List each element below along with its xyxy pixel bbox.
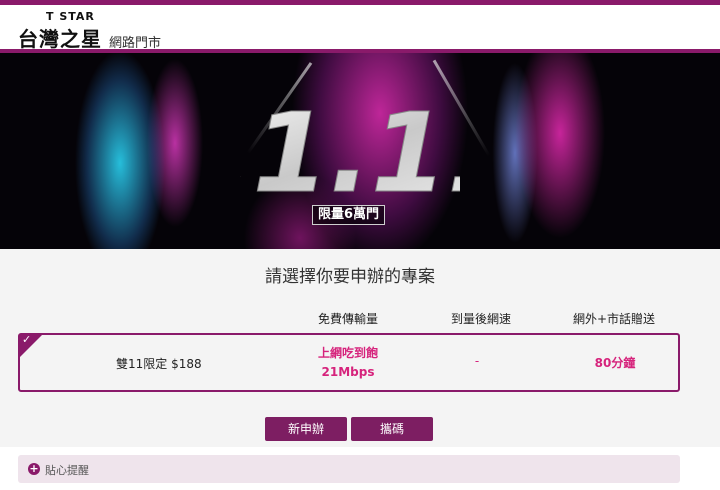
plan-data-unlimited: 上網吃到飽 — [317, 346, 378, 360]
banner-headline-text: 11.11 — [240, 89, 460, 217]
column-header-free-calls: 網外+市話贈送 — [572, 312, 656, 326]
promo-banner: 11.11 限量6萬門 — [0, 53, 720, 249]
plus-icon[interactable]: + — [28, 463, 40, 475]
plan-row-selected[interactable]: ✓ 雙11限定 $188 上網吃到飽 21Mbps - 80分鐘 — [18, 333, 680, 392]
column-header-speed-after-cap: 到量後網速 — [450, 312, 511, 326]
port-in-button[interactable]: 攜碼 — [351, 417, 433, 441]
new-apply-button[interactable]: 新申辦 — [265, 417, 347, 441]
plan-speed-after-cap: - — [474, 354, 480, 368]
brand-logo-en[interactable]: T STAR — [46, 10, 95, 23]
plan-name: 雙11限定 $188 — [116, 357, 202, 371]
plan-data-speed: 21Mbps — [321, 365, 375, 379]
notice-label[interactable]: 貼心提醒 — [45, 462, 89, 478]
plan-free-calls: 80分鐘 — [594, 356, 636, 370]
site-header: T STAR 台灣之星 網路門市 — [0, 5, 720, 52]
brand-logo-zh[interactable]: 台灣之星 — [18, 23, 102, 52]
page-title: 請選擇你要申辦的專案 — [265, 267, 435, 287]
check-icon: ✓ — [22, 333, 32, 346]
notice-panel[interactable]: + 貼心提醒 — [18, 455, 680, 483]
limited-quantity-badge: 限量6萬門 — [312, 205, 386, 225]
plan-data-cell: 上網吃到飽 21Mbps — [288, 344, 408, 382]
column-header-free-data: 免費傳輸量 — [317, 312, 378, 326]
